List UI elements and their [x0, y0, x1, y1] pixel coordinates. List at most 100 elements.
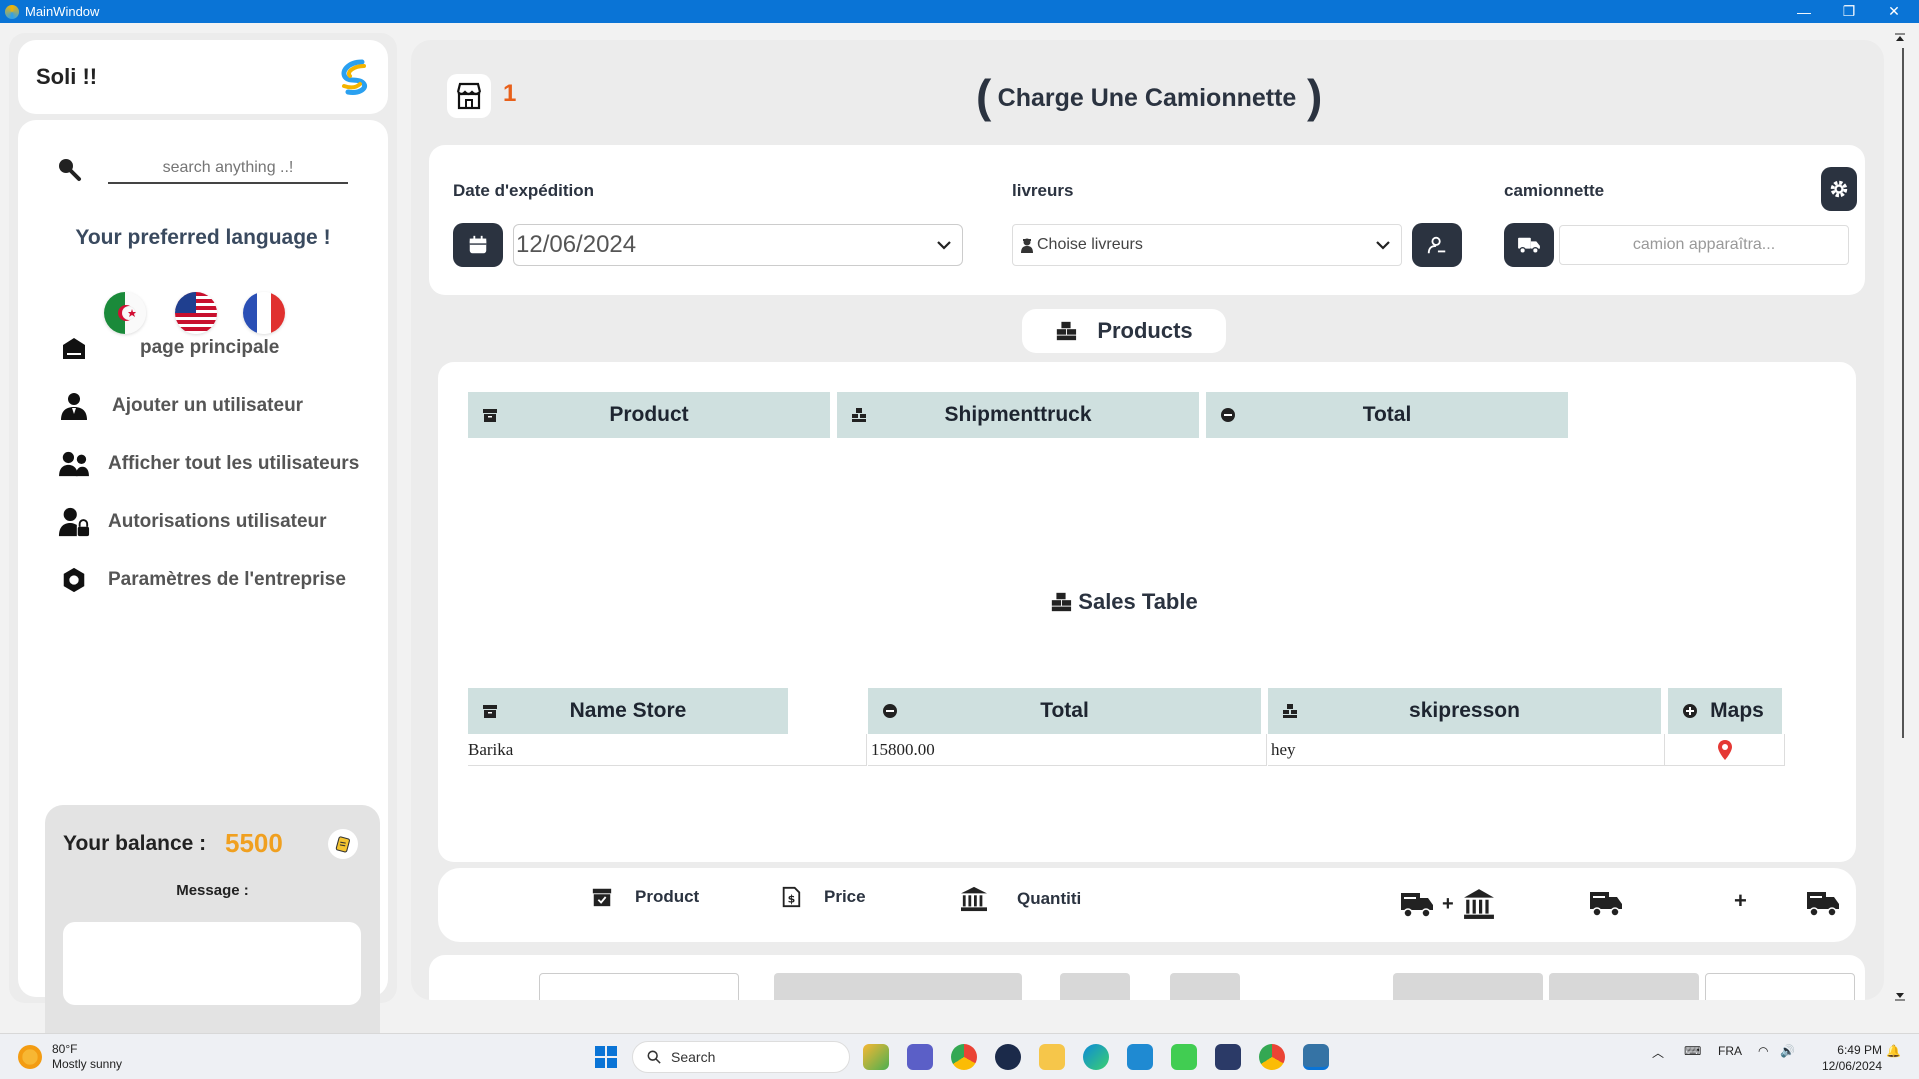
column-label: skipresson [1409, 699, 1520, 722]
sidebar: Soli !! Your preferred language ! [9, 33, 397, 1061]
drivers-value: Choise livreurs [1037, 236, 1143, 253]
plus-circle-icon [1221, 408, 1235, 422]
truck-bank-action[interactable]: + [1400, 888, 1496, 920]
products-col-shipmenttruck[interactable]: Shipmenttruck [837, 392, 1199, 438]
truck-input[interactable]: camion apparaîtra... [1559, 225, 1849, 265]
home-icon [54, 328, 94, 368]
sales-col-total[interactable]: Total [868, 688, 1261, 734]
sun-icon [18, 1045, 42, 1069]
sales-col-skipresson[interactable]: skipresson [1268, 688, 1661, 734]
input-box[interactable] [774, 973, 1022, 1000]
archive-icon [483, 705, 497, 718]
products-section-title: Products [1022, 309, 1226, 353]
minimize-button[interactable]: — [1784, 0, 1824, 23]
sales-cell-store[interactable]: Barika [468, 734, 867, 766]
widget-app-icon[interactable] [863, 1044, 889, 1070]
clock[interactable]: 6:49 PM 12/06/2024 [1812, 1042, 1882, 1074]
keyboard-icon[interactable]: ⌨ [1684, 1044, 1701, 1058]
truck-button[interactable] [1504, 223, 1554, 267]
teams-icon[interactable] [907, 1044, 933, 1070]
input-box[interactable] [1170, 973, 1240, 1000]
wifi-icon[interactable]: ◠ [1758, 1044, 1768, 1058]
brand-logo-icon [341, 59, 368, 95]
quantity-action-label: Quantiti [1017, 889, 1082, 908]
search-icon [647, 1050, 661, 1064]
python-app-icon[interactable] [1303, 1044, 1329, 1070]
vertical-scrollbar[interactable] [1893, 28, 1907, 1003]
svg-text:$: $ [788, 893, 796, 906]
products-col-product[interactable]: Product [468, 392, 830, 438]
message-box[interactable] [63, 922, 361, 1005]
price-action[interactable]: $ Price [780, 886, 866, 908]
maximize-button[interactable]: ❐ [1829, 0, 1869, 23]
volume-icon[interactable]: 🔊 [1780, 1044, 1795, 1058]
quantity-action[interactable]: Quantiti [959, 886, 1081, 912]
nav-label: page principale [140, 337, 280, 358]
store-button[interactable] [447, 74, 491, 118]
taskbar: 80°F Mostly sunny Search ︿ ⌨ FRA ◠ 🔊 6:4… [0, 1033, 1919, 1079]
chevron-down-icon[interactable] [1375, 237, 1391, 253]
product-action[interactable]: Product [591, 886, 699, 908]
nav-label: Autorisations utilisateur [108, 511, 327, 532]
brand-card: Soli !! [18, 40, 388, 114]
nav-afficher-utilisateurs[interactable]: Afficher tout les utilisateurs [54, 441, 384, 487]
date-value: 12/06/2024 [516, 231, 637, 258]
input-box[interactable] [1549, 973, 1699, 1000]
column-label: Product [609, 403, 689, 426]
visual-studio-icon[interactable] [1215, 1044, 1241, 1070]
nav-parametres-entreprise[interactable]: Paramètres de l'entreprise [54, 557, 384, 603]
input-box[interactable] [1705, 973, 1855, 1000]
nav-label: Paramètres de l'entreprise [108, 569, 346, 590]
users-icon [54, 444, 94, 484]
scroll-up-icon[interactable] [1893, 32, 1907, 44]
sales-col-name-store[interactable]: Name Store [468, 688, 788, 734]
close-button[interactable]: ✕ [1874, 0, 1914, 23]
input-box[interactable] [1393, 973, 1543, 1000]
nav-page-principale[interactable]: page principale [54, 325, 384, 371]
price-action-label: Price [824, 887, 866, 906]
truck-load-action[interactable] [1806, 888, 1840, 918]
taskbar-search[interactable]: Search [632, 1041, 850, 1073]
vscode-icon[interactable] [1127, 1044, 1153, 1070]
boxes-icon [1050, 591, 1072, 613]
input-box[interactable] [539, 973, 739, 1000]
date-picker[interactable]: 12/06/2024 [513, 224, 963, 266]
nav-ajouter-utilisateur[interactable]: Ajouter un utilisateur [54, 383, 384, 429]
input-language[interactable]: FRA [1718, 1044, 1742, 1058]
scroll-down-icon[interactable] [1893, 990, 1907, 1002]
qt-icon[interactable] [1171, 1044, 1197, 1070]
app-icon[interactable] [995, 1044, 1021, 1070]
chrome-icon[interactable] [951, 1044, 977, 1070]
truck-action[interactable] [1589, 888, 1623, 918]
calendar-button[interactable] [453, 223, 503, 267]
products-col-total[interactable]: Total [1206, 392, 1568, 438]
nav-label: Ajouter un utilisateur [112, 395, 304, 416]
notification-bell-icon[interactable]: 🔔 [1886, 1044, 1901, 1058]
tray-chevron-icon[interactable]: ︿ [1652, 1044, 1664, 1061]
driver-profile-button[interactable] [1412, 223, 1462, 267]
scroll-thumb[interactable] [1896, 48, 1904, 738]
map-pin-icon[interactable] [1717, 739, 1733, 761]
nav-autorisations[interactable]: Autorisations utilisateur [54, 499, 384, 545]
file-explorer-icon[interactable] [1039, 1044, 1065, 1070]
search-icon[interactable] [56, 156, 82, 182]
drivers-label: livreurs [1012, 181, 1074, 200]
action-toolbar: Product $ Price Quantiti + + [438, 868, 1856, 942]
sales-col-maps[interactable]: Maps [1668, 688, 1782, 734]
sales-cell-total[interactable]: 15800.00 [868, 734, 1267, 766]
truck-icon [1518, 237, 1540, 254]
input-box[interactable] [1060, 973, 1130, 1000]
settings-button[interactable] [1821, 167, 1857, 211]
windows-start-icon[interactable] [594, 1045, 618, 1069]
edge-icon[interactable] [1083, 1044, 1109, 1070]
chevron-down-icon[interactable] [936, 237, 952, 253]
sales-cell-maps[interactable] [1665, 734, 1785, 766]
chrome-icon[interactable] [1259, 1044, 1285, 1070]
search-input[interactable] [108, 154, 348, 184]
wallet-icon[interactable] [328, 829, 358, 859]
drivers-select[interactable]: Choise livreurs [1012, 224, 1402, 266]
weather-widget[interactable]: 80°F Mostly sunny [18, 1042, 122, 1072]
balance-label: Your balance : [63, 832, 207, 855]
sales-cell-skip[interactable]: hey [1268, 734, 1665, 766]
add-action[interactable]: + [1734, 888, 1747, 914]
